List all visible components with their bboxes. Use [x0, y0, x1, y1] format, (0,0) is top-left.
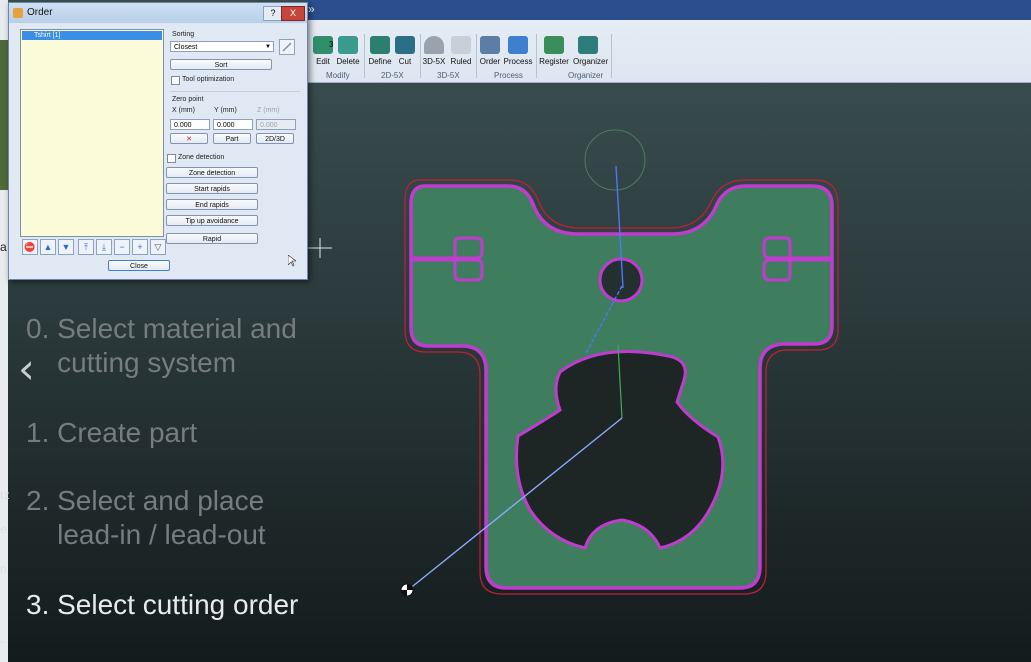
move-down-icon[interactable]: ▼: [58, 239, 74, 255]
2d3d-button[interactable]: 2D/3D: [256, 133, 294, 144]
sorting-select[interactable]: Closest ▼: [170, 41, 274, 52]
3d-5x-button[interactable]: 3D-5X: [419, 36, 449, 66]
zero-point-marker[interactable]: [400, 583, 414, 597]
side-text-2: tz: [0, 488, 10, 502]
divider: [170, 91, 300, 92]
group-2d5x-label: 2D-5X: [381, 71, 404, 80]
ribbon-title-bar: »: [306, 0, 1031, 20]
cut-button[interactable]: Cut: [390, 36, 420, 66]
order-icon: [480, 36, 500, 54]
clear-zero-button[interactable]: ✕: [170, 133, 208, 144]
cut-label: Cut: [398, 57, 412, 66]
mouse-cursor: [288, 255, 296, 267]
zone-detection-button[interactable]: Zone detection: [166, 167, 258, 178]
y-field[interactable]: 0.000: [213, 119, 253, 130]
dialog-title: Order: [27, 7, 53, 18]
zone-detection-checkbox[interactable]: [167, 154, 176, 163]
end-rapids-button[interactable]: End rapids: [166, 199, 258, 210]
dialog-title-bar[interactable]: Order ? X: [9, 3, 307, 23]
move-up-icon[interactable]: ▲: [40, 239, 56, 255]
ribbon-toolbar: » Edit 3 Delete Define Cut 3D-5X Ruled O…: [306, 0, 1031, 83]
register-button[interactable]: Register: [539, 36, 569, 66]
z-field: 0.000: [256, 119, 296, 130]
3d-5x-label: 3D-5X: [422, 57, 446, 66]
order-button[interactable]: Order: [475, 36, 505, 66]
side-text-4: n: [0, 562, 7, 576]
side-text-3: e: [0, 522, 7, 536]
process-button[interactable]: Process: [503, 36, 533, 66]
side-text-1: a: [0, 240, 7, 254]
process-label: Process: [503, 57, 533, 66]
ruled-label: Ruled: [450, 57, 472, 66]
close-button[interactable]: Close: [108, 260, 170, 271]
ribbon-separator: [536, 34, 537, 78]
define-icon: [370, 36, 390, 54]
ribbon-separator: [611, 34, 612, 78]
step-2-line-2: lead-in / lead-out: [26, 519, 266, 550]
group-3d5x-label: 3D-5X: [437, 71, 460, 80]
step-0-line-2: cutting system: [26, 347, 237, 378]
cut-icon: [395, 36, 415, 54]
guide-circle: [584, 129, 646, 191]
help-button[interactable]: ?: [263, 6, 283, 21]
sorting-value: Closest: [174, 44, 198, 51]
step-3-line-1: 3. Select cutting order: [26, 589, 299, 620]
close-window-button[interactable]: X: [281, 6, 305, 21]
organizer-label: Organizer: [573, 57, 609, 66]
order-list[interactable]: Tshirt [1]: [20, 29, 164, 237]
delete-label: Delete: [336, 57, 360, 66]
process-icon: [508, 36, 528, 54]
move-top-icon[interactable]: ⤒: [78, 239, 94, 255]
order-window-icon: [13, 8, 23, 18]
delete-icon: [338, 36, 358, 54]
tool-optimization-checkbox[interactable]: [171, 76, 180, 85]
collapse-icon[interactable]: −: [114, 239, 130, 255]
order-dialog: Order ? X Tshirt [1] ⛔ ▲ ▼ ⤒ ⤓ − + ▽ Sor…: [8, 2, 308, 280]
step-0-line-1: 0. Select material and: [26, 313, 297, 344]
group-process-label: Process: [494, 71, 523, 80]
list-item[interactable]: Tshirt [1]: [22, 31, 162, 40]
expand-icon[interactable]: +: [132, 239, 148, 255]
step-1-line-1: 1. Create part: [26, 417, 198, 448]
group-modify-label: Modify: [326, 71, 350, 80]
sorting-label: Sorting: [172, 31, 195, 38]
tip-up-avoidance-button[interactable]: Tip up avoidance: [166, 215, 258, 226]
zone-detection-label: Zone detection: [178, 154, 225, 161]
start-rapids-button[interactable]: Start rapids: [166, 183, 258, 194]
pen-icon[interactable]: [279, 39, 295, 55]
z-label: Z (mm): [257, 107, 280, 114]
x-field[interactable]: 0.000: [170, 119, 210, 130]
rapid-button[interactable]: Rapid: [166, 233, 258, 244]
move-bottom-icon[interactable]: ⤓: [96, 239, 112, 255]
register-label: Register: [539, 57, 569, 66]
delete-button[interactable]: Delete: [333, 36, 363, 66]
organizer-button[interactable]: Organizer: [573, 36, 609, 66]
register-icon: [544, 36, 564, 54]
filter-icon[interactable]: ▽: [150, 239, 166, 255]
chevron-down-icon: ▼: [265, 44, 271, 50]
sort-button[interactable]: Sort: [170, 59, 272, 70]
stop-icon[interactable]: ⛔: [22, 239, 38, 255]
3d-5x-icon: [424, 36, 444, 54]
order-label: Order: [479, 57, 501, 66]
tool-optimization-label: Tool optimization: [182, 76, 235, 83]
y-label: Y (mm): [214, 107, 237, 114]
organizer-icon: [578, 36, 598, 54]
zero-point-label: Zero point: [172, 96, 204, 103]
group-organizer-label: Organizer: [568, 71, 604, 80]
ruled-button[interactable]: Ruled: [446, 36, 476, 66]
x-label: X (mm): [172, 107, 195, 114]
ruled-icon: [451, 36, 471, 54]
crosshair-cursor: [308, 238, 332, 258]
side-text-5: -: [0, 634, 4, 648]
ribbon-glyph: »: [308, 2, 315, 16]
step-2-line-1: 2. Select and place: [26, 485, 265, 516]
part-button[interactable]: Part: [213, 133, 251, 144]
